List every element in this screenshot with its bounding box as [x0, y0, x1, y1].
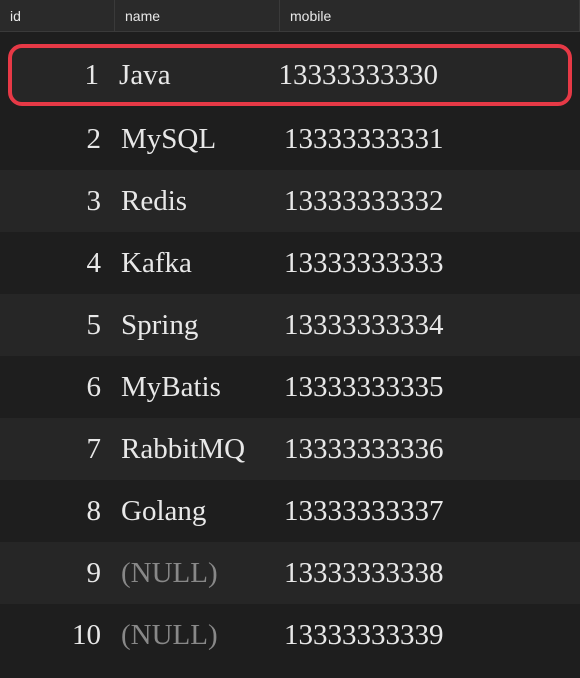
- table-header: id name mobile: [0, 0, 580, 32]
- table-row[interactable]: 3Redis13333333332: [0, 170, 580, 232]
- cell-name[interactable]: RabbitMQ: [115, 433, 280, 466]
- cell-id[interactable]: 7: [0, 433, 115, 466]
- cell-mobile[interactable]: 13333333339: [280, 619, 580, 652]
- cell-name[interactable]: MySQL: [115, 123, 280, 156]
- cell-mobile[interactable]: 13333333330: [275, 59, 568, 92]
- column-header-id[interactable]: id: [0, 0, 115, 31]
- cell-mobile[interactable]: 13333333338: [280, 557, 580, 590]
- cell-mobile[interactable]: 13333333332: [280, 185, 580, 218]
- table-body: 1Java133333333302MySQL133333333313Redis1…: [0, 32, 580, 666]
- cell-mobile[interactable]: 13333333337: [280, 495, 580, 528]
- cell-id[interactable]: 2: [0, 123, 115, 156]
- cell-name[interactable]: (NULL): [115, 557, 280, 590]
- cell-mobile[interactable]: 13333333336: [280, 433, 580, 466]
- cell-name[interactable]: Spring: [115, 309, 280, 342]
- cell-id[interactable]: 3: [0, 185, 115, 218]
- table-row[interactable]: 7RabbitMQ13333333336: [0, 418, 580, 480]
- cell-name[interactable]: Redis: [115, 185, 280, 218]
- table-row[interactable]: 6MyBatis13333333335: [0, 356, 580, 418]
- cell-id[interactable]: 4: [0, 247, 115, 280]
- cell-mobile[interactable]: 13333333333: [280, 247, 580, 280]
- table-row[interactable]: 2MySQL13333333331: [0, 108, 580, 170]
- cell-id[interactable]: 5: [0, 309, 115, 342]
- table-row[interactable]: 10(NULL)13333333339: [0, 604, 580, 666]
- cell-name[interactable]: Java: [113, 59, 275, 92]
- cell-name[interactable]: MyBatis: [115, 371, 280, 404]
- cell-name[interactable]: Kafka: [115, 247, 280, 280]
- table-row[interactable]: 8Golang13333333337: [0, 480, 580, 542]
- cell-name[interactable]: Golang: [115, 495, 280, 528]
- cell-id[interactable]: 10: [0, 619, 115, 652]
- data-table: id name mobile 1Java133333333302MySQL133…: [0, 0, 580, 666]
- cell-id[interactable]: 9: [0, 557, 115, 590]
- column-header-mobile[interactable]: mobile: [280, 0, 580, 31]
- column-header-name[interactable]: name: [115, 0, 280, 31]
- table-row[interactable]: 1Java13333333330: [8, 44, 572, 106]
- cell-mobile[interactable]: 13333333331: [280, 123, 580, 156]
- cell-id[interactable]: 1: [12, 59, 113, 92]
- cell-id[interactable]: 6: [0, 371, 115, 404]
- cell-name[interactable]: (NULL): [115, 619, 280, 652]
- table-row[interactable]: 4Kafka13333333333: [0, 232, 580, 294]
- cell-mobile[interactable]: 13333333334: [280, 309, 580, 342]
- cell-mobile[interactable]: 13333333335: [280, 371, 580, 404]
- table-row[interactable]: 9(NULL)13333333338: [0, 542, 580, 604]
- table-row[interactable]: 5Spring13333333334: [0, 294, 580, 356]
- cell-id[interactable]: 8: [0, 495, 115, 528]
